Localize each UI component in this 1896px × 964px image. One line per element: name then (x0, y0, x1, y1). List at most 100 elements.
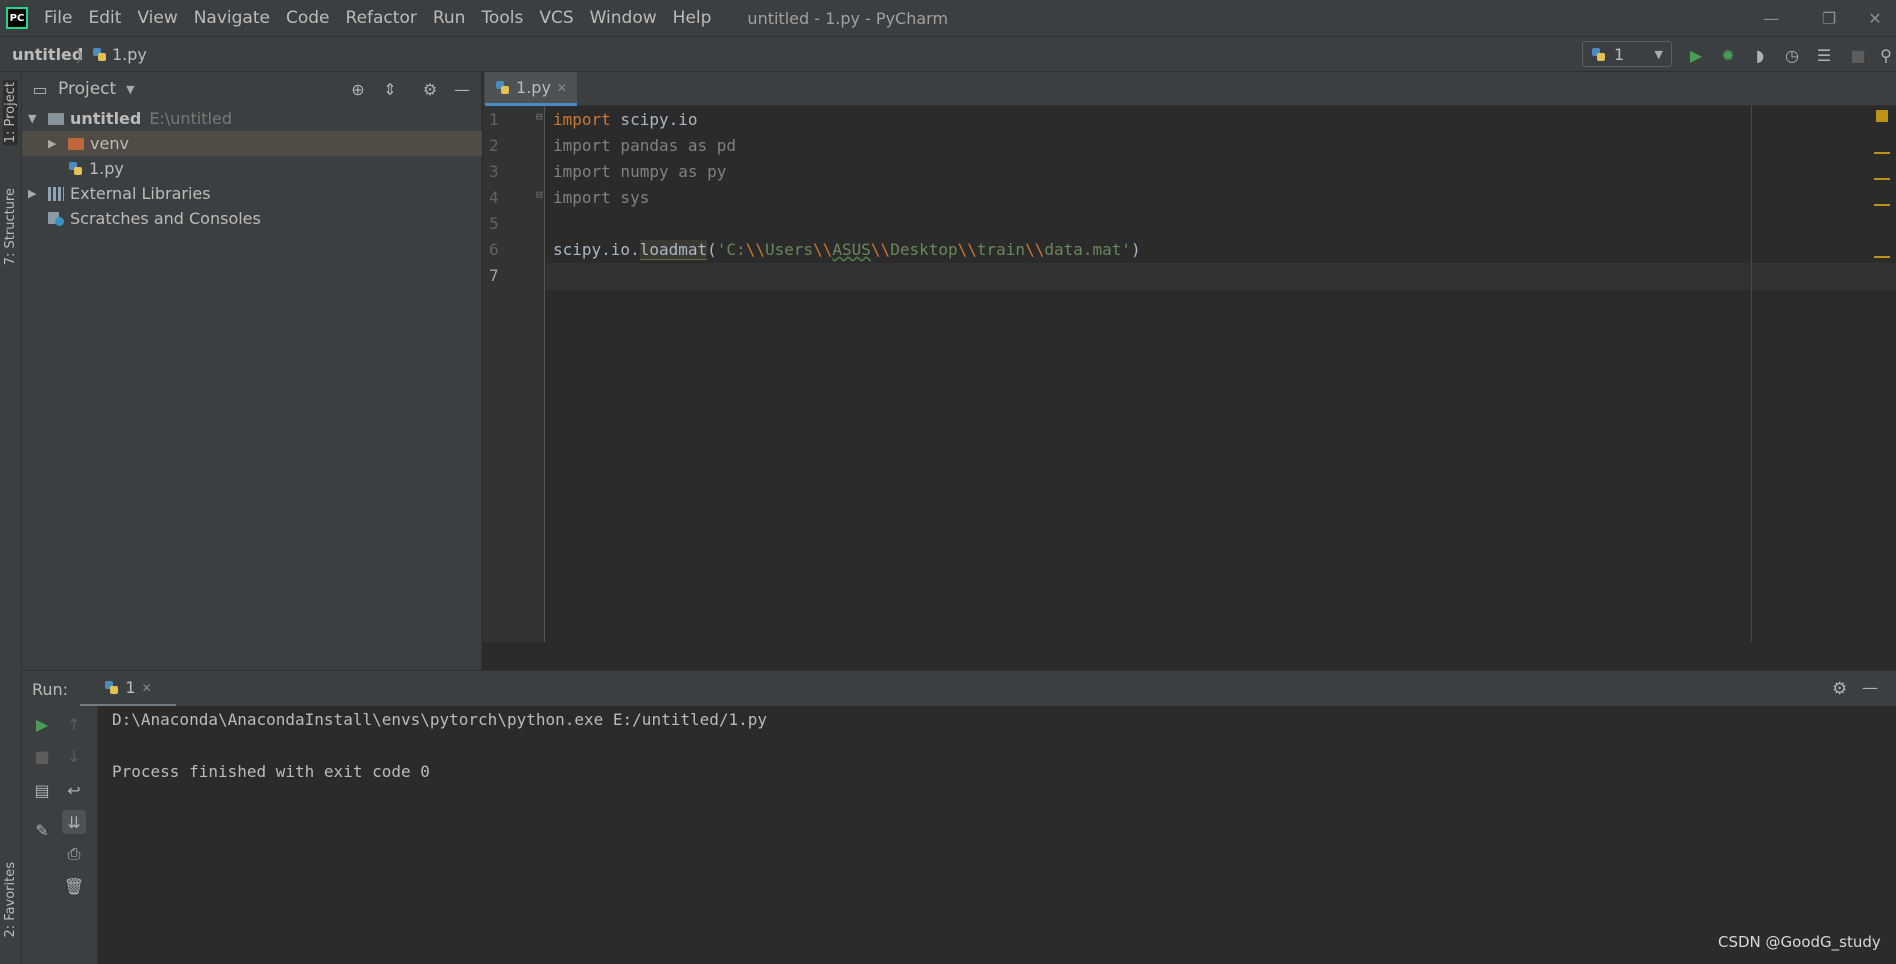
gear-icon[interactable]: ⚙ (1832, 679, 1847, 699)
tree-item-label: 1.py (89, 159, 124, 178)
project-panel: ▭ Project ▼ ⊕ ⇕ ⚙ — ▼ untitled E:\untitl… (22, 72, 482, 670)
restore-button[interactable]: ❐ (1806, 0, 1852, 36)
close-tab-icon[interactable]: ✕ (142, 681, 152, 695)
code-line-3: import numpy as py (553, 162, 727, 181)
collapsed-arrow-icon[interactable]: ▶ (28, 187, 38, 200)
hide-panel-icon[interactable]: — (1862, 678, 1878, 697)
chevron-down-icon[interactable]: ▼ (126, 83, 134, 96)
editor-bottom-area (483, 642, 1896, 670)
line-number: 2 (489, 136, 499, 155)
menu-window[interactable]: Window (582, 0, 665, 36)
code-text: scipy.io. (553, 240, 640, 259)
tree-item-path: E:\untitled (149, 109, 232, 128)
editor-tab-bar: 1.py ✕ (483, 72, 1896, 106)
libraries-icon (48, 186, 64, 201)
menu-help[interactable]: Help (665, 0, 720, 36)
menu-file[interactable]: File (36, 0, 80, 36)
breadcrumb-file[interactable]: 1.py (92, 45, 147, 64)
stop-icon[interactable]: ■ (30, 744, 54, 768)
search-icon[interactable]: ⚲ (1876, 43, 1896, 67)
tab-project-toolwindow[interactable]: 1: Project (3, 80, 18, 146)
close-window-button[interactable]: ✕ (1852, 0, 1896, 36)
string-literal: train (976, 240, 1026, 259)
console-line: D:\Anaconda\AnacondaInstall\envs\pytorch… (112, 710, 768, 729)
menu-edit[interactable]: Edit (80, 0, 129, 36)
warning-stripe-mark[interactable] (1874, 256, 1890, 258)
menu-tools[interactable]: Tools (473, 0, 531, 36)
tab-1py[interactable]: 1.py ✕ (485, 72, 577, 106)
run-tab[interactable]: 1 ✕ (80, 671, 176, 707)
escape-sequence: \\ (957, 240, 977, 259)
run-panel-header: Run: 1 ✕ ⚙ — (22, 670, 1896, 707)
tree-item-venv[interactable]: ▶ venv (22, 131, 482, 156)
fold-icon[interactable]: ⊟ (536, 188, 543, 201)
pin-icon[interactable]: ✎ (30, 818, 54, 842)
down-arrow-icon[interactable]: ↓ (62, 744, 86, 768)
code-text: ) (1131, 240, 1141, 259)
profile-icon[interactable]: ◷ (1780, 43, 1804, 67)
menu-code[interactable]: Code (278, 0, 338, 36)
run-panel-label: Run: (32, 680, 69, 699)
breadcrumb-separator: 〉 (76, 47, 93, 66)
close-tab-icon[interactable]: ✕ (557, 81, 567, 95)
project-view-selector[interactable]: Project (58, 79, 116, 99)
scroll-to-end-icon[interactable]: ⇊ (62, 810, 86, 834)
warning-stripe-mark[interactable] (1874, 152, 1890, 154)
scratches-icon (48, 211, 64, 227)
python-file-icon (92, 47, 107, 62)
tab-structure-toolwindow[interactable]: 7: Structure (3, 188, 18, 265)
gear-icon[interactable]: ⚙ (420, 79, 440, 99)
menu-vcs[interactable]: VCS (531, 0, 581, 36)
collapse-all-icon[interactable]: ⇕ (380, 79, 400, 99)
menu-refactor[interactable]: Refactor (338, 0, 425, 36)
tree-item-scratches[interactable]: Scratches and Consoles (22, 206, 482, 231)
menu-run[interactable]: Run (425, 0, 474, 36)
inspection-status-icon[interactable] (1876, 110, 1888, 122)
tree-item-untitled[interactable]: ▼ untitled E:\untitled (22, 106, 482, 131)
python-icon (1591, 47, 1606, 62)
watermark-text: CSDN @GoodG_study (1718, 933, 1881, 951)
chevron-down-icon: ▼ (1654, 47, 1663, 61)
menu-navigate[interactable]: Navigate (186, 0, 278, 36)
run-icon[interactable]: ▶ (1684, 43, 1708, 67)
tree-item-1py[interactable]: 1.py (22, 156, 482, 181)
code-editor[interactable]: 1 2 3 4 5 6 7 ⊟ ⊟ import scipy.io import… (483, 106, 1896, 642)
warning-stripe-mark[interactable] (1874, 178, 1890, 180)
warning-stripe-mark[interactable] (1874, 204, 1890, 206)
pycharm-logo-icon: PC (6, 7, 28, 29)
editor-gutter: 1 2 3 4 5 6 7 ⊟ ⊟ (483, 106, 545, 642)
breadcrumb-project[interactable]: untitled (12, 45, 83, 64)
fold-icon[interactable]: ⊟ (536, 110, 543, 123)
window-title: untitled - 1.py - PyCharm (747, 8, 949, 28)
soft-wrap-icon[interactable]: ↩ (62, 778, 86, 802)
function-call: loadmat (639, 240, 708, 260)
run-tab-label: 1 (125, 678, 136, 697)
tree-item-external-libraries[interactable]: ▶ External Libraries (22, 181, 482, 206)
code-text: scipy.io (610, 110, 698, 129)
print-icon[interactable]: ⎙ (62, 842, 86, 866)
menu-view[interactable]: View (129, 0, 185, 36)
minimize-button[interactable]: — (1748, 0, 1794, 36)
concurrency-icon[interactable]: ☰ (1812, 43, 1836, 67)
rerun-icon[interactable]: ▶ (30, 712, 54, 736)
run-configuration-select[interactable]: 1 ▼ (1582, 41, 1672, 67)
up-arrow-icon[interactable]: ↑ (62, 712, 86, 736)
left-tool-stripe: 1: Project 7: Structure 2: Favorites (0, 72, 22, 964)
debug-icon[interactable]: ✹ (1716, 43, 1740, 67)
string-literal: Desktop (890, 240, 958, 259)
layout-icon[interactable]: ▤ (30, 778, 54, 802)
escape-sequence: \\ (870, 240, 891, 259)
expanded-arrow-icon[interactable]: ▼ (28, 112, 38, 125)
stop-icon[interactable]: ■ (1846, 43, 1870, 67)
collapsed-arrow-icon[interactable]: ▶ (48, 137, 58, 150)
tree-item-label: Scratches and Consoles (70, 209, 261, 228)
line-number: 5 (489, 214, 499, 233)
trash-icon[interactable]: 🗑 (62, 874, 86, 898)
hide-panel-icon[interactable]: — (452, 79, 472, 99)
tab-favorites-toolwindow[interactable]: 2: Favorites (3, 862, 18, 938)
locate-icon[interactable]: ⊕ (348, 79, 368, 99)
run-panel-toolbar: ▶ ■ ▤ ✎ ↑ ↓ ↩ ⇊ ⎙ 🗑 (22, 706, 98, 964)
coverage-icon[interactable]: ◗ (1748, 43, 1772, 67)
project-view-icon: ▭ (32, 79, 48, 99)
run-console[interactable]: D:\Anaconda\AnacondaInstall\envs\pytorch… (98, 706, 1896, 964)
